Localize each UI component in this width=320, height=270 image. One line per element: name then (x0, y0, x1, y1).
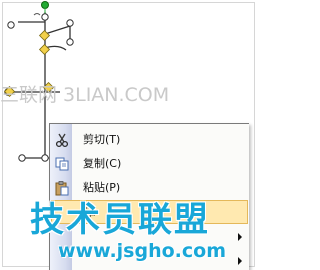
resize-handle[interactable] (41, 154, 49, 162)
watermark-site-cn: 三联网 (0, 84, 58, 106)
resize-handle[interactable] (7, 21, 15, 29)
connector-line (44, 25, 71, 35)
url-watermark: www.jsgho.com (58, 240, 226, 262)
copy-icon (54, 156, 70, 172)
scissors-icon (54, 132, 70, 148)
resize-handle[interactable] (66, 38, 74, 46)
submenu-arrow-icon (238, 257, 242, 265)
adjust-handle[interactable] (38, 29, 51, 42)
menu-item-cut[interactable]: 剪切(T) (51, 128, 248, 152)
site-watermark: 三联网 3LIAN.COM (0, 80, 259, 106)
menu-item-label: 复制(C) (83, 157, 122, 170)
rotate-arrow-icon (33, 13, 41, 16)
menu-item-label: 剪切(T) (83, 133, 121, 146)
resize-handle[interactable] (66, 19, 74, 27)
menu-item-copy[interactable]: 复制(C) (51, 152, 248, 176)
adjust-handle[interactable] (38, 43, 51, 56)
document-canvas: 三联网 3LIAN.COM 剪切(T) 复制(C) 粘贴(P) 添 技术员联盟 … (0, 0, 259, 270)
brand-watermark: 技术员联盟 (30, 200, 210, 240)
resize-handle[interactable] (18, 154, 26, 162)
submenu-arrow-icon (238, 233, 242, 241)
resize-handle[interactable] (41, 13, 49, 21)
rotate-handle[interactable] (41, 1, 49, 9)
watermark-site-en: 3LIAN.COM (63, 84, 170, 106)
